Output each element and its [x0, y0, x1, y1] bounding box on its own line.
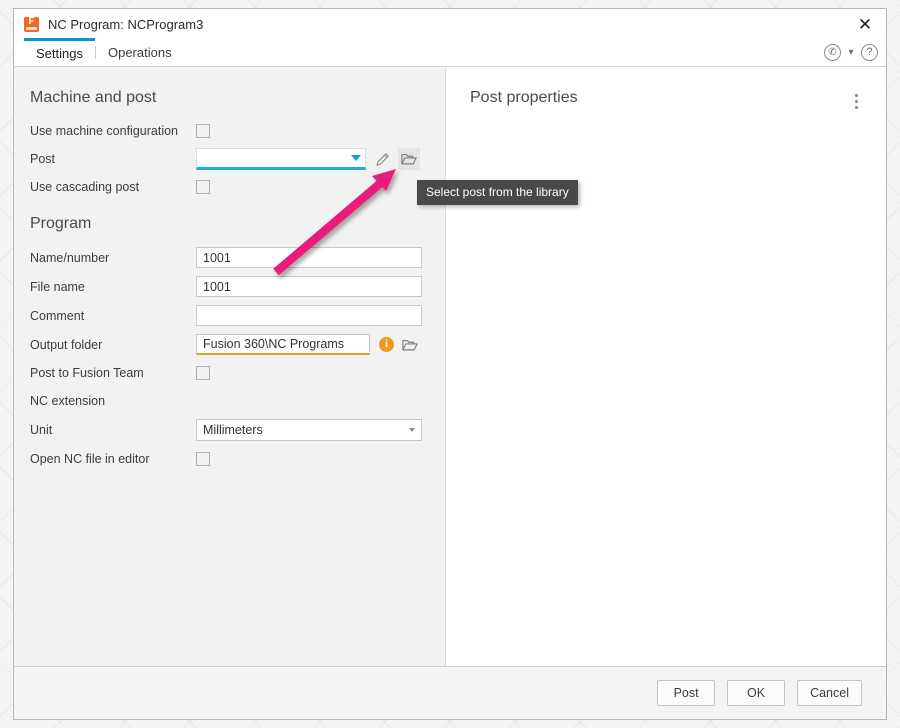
chevron-down-icon — [409, 427, 415, 432]
open-nc-file-in-editor-checkbox[interactable] — [196, 452, 210, 466]
browse-output-folder-button[interactable] — [399, 334, 421, 356]
label-post-to-fusion-team: Post to Fusion Team — [30, 366, 144, 380]
control-wrap — [196, 124, 445, 138]
folder-open-icon — [401, 153, 417, 165]
ok-button[interactable]: OK — [727, 680, 786, 706]
chevron-down-icon — [351, 155, 361, 161]
tab-operations[interactable]: Operations — [96, 39, 184, 66]
label-open-nc-file-in-editor: Open NC file in editor — [30, 452, 150, 466]
name-number-input[interactable]: 1001 — [196, 247, 422, 268]
row-use-cascading-post: Use cascading post — [14, 173, 445, 201]
tooltip-select-post-from-library: Select post from the library — [417, 180, 578, 205]
label-post: Post — [30, 152, 56, 166]
close-icon[interactable]: ✕ — [852, 11, 878, 37]
post-to-fusion-team-checkbox[interactable] — [196, 366, 210, 380]
pencil-edit-icon — [375, 152, 389, 166]
help-question-icon[interactable]: ? — [861, 44, 878, 61]
label-output-folder: Output folder — [30, 337, 103, 352]
control-wrap — [196, 305, 445, 326]
post-button[interactable]: Post — [657, 680, 716, 706]
control-wrap: 1001 — [196, 276, 445, 297]
row-post-to-fusion-team: Post to Fusion Team — [14, 359, 445, 387]
settings-pane: Machine and post Use machine configurati… — [14, 67, 446, 666]
label-use-cascading-post: Use cascading post — [30, 180, 140, 194]
unit-select[interactable]: Millimeters — [196, 418, 422, 441]
nc-program-dialog: NC Program: NCProgram3 ✕ Settings Operat… — [13, 8, 887, 720]
dialog-titlebar: NC Program: NCProgram3 ✕ — [14, 9, 886, 39]
use-cascading-post-checkbox[interactable] — [196, 180, 210, 194]
row-open-nc-file-in-editor: Open NC file in editor — [14, 444, 445, 474]
label-unit: Unit — [30, 422, 53, 437]
post-properties-title: Post properties — [470, 89, 578, 106]
section-title-machine-and-post: Machine and post — [30, 89, 157, 106]
folder-open-icon — [402, 339, 418, 350]
window-title: NC Program: NCProgram3 — [48, 16, 204, 32]
control-wrap: Millimeters — [196, 418, 445, 441]
kebab-dot — [854, 105, 858, 109]
chevron-down-icon[interactable]: ▾ — [844, 44, 858, 61]
row-use-machine-configuration: Use machine configuration — [14, 117, 445, 145]
cancel-button[interactable]: Cancel — [797, 680, 862, 706]
label-name-number: Name/number — [30, 250, 110, 265]
control-wrap: Fusion 360\NC Programs i — [196, 334, 445, 356]
fusion-logo-icon — [24, 16, 39, 32]
select-post-library-button[interactable] — [398, 148, 420, 170]
file-name-input[interactable]: 1001 — [196, 276, 422, 297]
edit-post-button[interactable] — [371, 148, 393, 170]
help-glyph: ? — [866, 46, 873, 58]
control-wrap — [196, 148, 445, 170]
row-nc-extension: NC extension — [14, 387, 445, 415]
label-comment: Comment — [30, 308, 85, 323]
post-properties-pane: Post properties — [446, 67, 886, 666]
control-wrap — [196, 180, 445, 194]
kebab-dot — [854, 93, 858, 97]
phone-support-icon[interactable]: ✆ — [824, 44, 841, 61]
dialog-footer: Post OK Cancel — [14, 667, 886, 719]
row-file-name: File name 1001 — [14, 272, 445, 301]
label-use-machine-configuration: Use machine configuration — [30, 124, 178, 138]
row-post: Post — [14, 145, 445, 173]
control-wrap — [196, 366, 445, 380]
row-name-number: Name/number 1001 — [14, 243, 445, 272]
kebab-menu-icon[interactable] — [846, 89, 866, 113]
tab-settings[interactable]: Settings — [24, 38, 95, 66]
row-unit: Unit Millimeters — [14, 415, 445, 444]
post-properties-header: Post properties — [446, 85, 886, 113]
tabbar-tools: ✆ ▾ ? — [824, 39, 886, 66]
control-wrap — [196, 452, 445, 466]
dialog-body: Machine and post Use machine configurati… — [14, 67, 886, 667]
row-comment: Comment — [14, 301, 445, 330]
use-machine-configuration-checkbox[interactable] — [196, 124, 210, 138]
tabbar: Settings Operations ✆ ▾ ? — [14, 38, 886, 67]
comment-input[interactable] — [196, 305, 422, 326]
control-wrap: 1001 — [196, 247, 445, 268]
post-combobox[interactable] — [196, 148, 366, 170]
row-output-folder: Output folder Fusion 360\NC Programs i — [14, 330, 445, 359]
label-nc-extension: NC extension — [30, 394, 106, 408]
output-folder-input[interactable]: Fusion 360\NC Programs — [196, 334, 370, 355]
unit-select-value: Millimeters — [203, 422, 263, 437]
label-file-name: File name — [30, 279, 85, 294]
phone-glyph: ✆ — [828, 46, 837, 58]
info-warning-icon[interactable]: i — [379, 337, 394, 352]
section-title-program: Program — [30, 215, 92, 232]
kebab-dot — [854, 99, 858, 103]
